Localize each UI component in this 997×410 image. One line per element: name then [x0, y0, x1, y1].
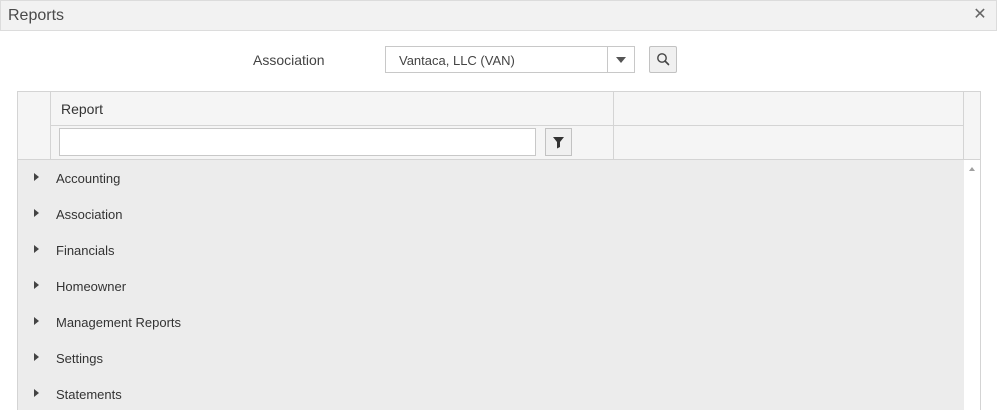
report-filter-input[interactable] [59, 128, 536, 156]
empty-column-header [614, 92, 964, 126]
caret-right-icon[interactable] [34, 281, 39, 289]
report-group-row[interactable]: Management Reports [18, 304, 964, 340]
close-icon[interactable]: ✕ [973, 7, 987, 23]
vertical-scrollbar[interactable] [964, 160, 980, 410]
report-group-row[interactable]: Statements [18, 376, 964, 410]
window-title: Reports [8, 7, 65, 24]
caret-right-icon[interactable] [34, 245, 39, 253]
report-filter-cell [51, 126, 614, 159]
search-icon [657, 53, 670, 66]
caret-right-icon[interactable] [34, 209, 39, 217]
grid-expander-column [18, 92, 51, 159]
chevron-down-icon [616, 57, 626, 63]
report-group-label: Association [56, 207, 123, 222]
report-column-header[interactable]: Report [51, 92, 614, 126]
report-column-header-label: Report [61, 101, 104, 117]
report-group-row[interactable]: Settings [18, 340, 964, 376]
empty-filter-cell [614, 126, 964, 159]
report-group-row[interactable]: Association [18, 196, 964, 232]
window-titlebar: Reports ✕ [0, 0, 997, 31]
report-group-label: Settings [56, 351, 103, 366]
report-group-label: Homeowner [56, 279, 127, 294]
association-select[interactable]: Vantaca, LLC (VAN) [385, 46, 635, 73]
association-search-button[interactable] [649, 46, 677, 73]
caret-right-icon[interactable] [34, 317, 39, 325]
report-group-label: Statements [56, 387, 122, 402]
association-label: Association [253, 52, 325, 68]
grid-header: Report [18, 92, 980, 160]
report-list: Accounting Association Financials Homeow… [18, 160, 964, 410]
report-group-label: Accounting [56, 171, 121, 186]
reports-grid: Report Accounting Association Financials [17, 91, 981, 410]
caret-right-icon[interactable] [34, 173, 39, 181]
report-group-row[interactable]: Accounting [18, 160, 964, 196]
report-filter-button[interactable] [545, 128, 572, 156]
report-group-label: Financials [56, 243, 115, 258]
association-selected-value: Vantaca, LLC (VAN) [399, 53, 515, 68]
report-group-row[interactable]: Financials [18, 232, 964, 268]
caret-right-icon[interactable] [34, 353, 39, 361]
report-group-row[interactable]: Homeowner [18, 268, 964, 304]
association-dropdown-toggle[interactable] [607, 47, 634, 72]
report-group-label: Management Reports [56, 315, 182, 330]
caret-right-icon[interactable] [34, 389, 39, 397]
filter-icon [553, 137, 564, 149]
scroll-up-arrow-icon[interactable] [969, 167, 975, 171]
